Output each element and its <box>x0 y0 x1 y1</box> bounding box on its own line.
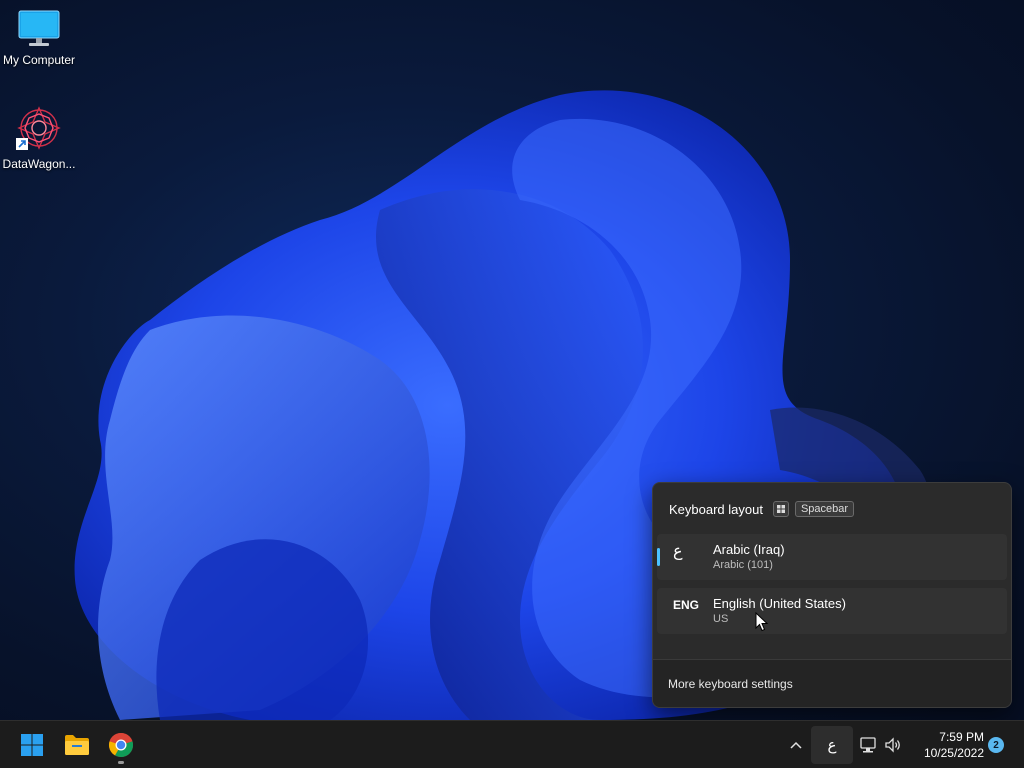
layout-name: Arabic (Iraq) <box>713 542 785 557</box>
notification-badge[interactable]: 2 <box>988 737 1004 753</box>
desktop-icon-my-computer[interactable]: My Computer <box>0 8 78 67</box>
chrome-icon <box>108 732 134 758</box>
flyout-footer: More keyboard settings <box>653 659 1011 707</box>
selection-indicator <box>657 548 660 566</box>
layout-item-english-us[interactable]: ENG English (United States) US <box>657 588 1007 634</box>
flyout-header: Keyboard layout Spacebar <box>669 500 855 518</box>
network-icon[interactable] <box>858 735 878 755</box>
desktop: My Computer DataWagon... Keyboard layout… <box>0 0 1024 720</box>
volume-icon[interactable] <box>883 735 903 755</box>
running-indicator <box>118 761 124 764</box>
flyout-title: Keyboard layout <box>669 501 763 517</box>
spacebar-key-hint: Spacebar <box>794 501 855 517</box>
taskbar: ع 7:59 PM 10/25/2022 2 <box>0 720 1024 768</box>
layout-code: ENG <box>673 598 700 612</box>
windows-logo-icon <box>21 734 43 756</box>
chrome-button[interactable] <box>101 725 141 765</box>
clock-date: 10/25/2022 <box>923 746 984 760</box>
more-keyboard-settings-link[interactable]: More keyboard settings <box>668 677 793 691</box>
clock[interactable]: 7:59 PM 10/25/2022 <box>908 729 984 761</box>
mouse-cursor-icon <box>755 612 769 632</box>
layout-name: English (United States) <box>713 596 846 611</box>
monitor-icon <box>18 10 60 46</box>
keyboard-layout-flyout: Keyboard layout Spacebar ع Arabic (Iraq)… <box>652 482 1012 708</box>
folder-icon <box>65 735 89 755</box>
layout-item-arabic-iraq[interactable]: ع Arabic (Iraq) Arabic (101) <box>657 534 1007 580</box>
file-explorer-button[interactable] <box>57 725 97 765</box>
datawagon-app-icon <box>16 106 61 150</box>
show-hidden-icons-chevron-icon[interactable] <box>786 735 806 755</box>
input-indicator-button[interactable]: ع <box>811 726 853 764</box>
layout-code: ع <box>673 543 683 560</box>
start-button[interactable] <box>12 725 52 765</box>
clock-time: 7:59 PM <box>939 730 984 744</box>
desktop-icon-label: DataWagon... <box>2 157 76 171</box>
layout-keyboard: Arabic (101) <box>713 559 773 571</box>
layout-keyboard: US <box>713 613 729 625</box>
windows-key-icon <box>772 501 789 517</box>
desktop-icon-label: My Computer <box>2 53 76 67</box>
desktop-icon-datawagon[interactable]: DataWagon... <box>0 104 78 171</box>
